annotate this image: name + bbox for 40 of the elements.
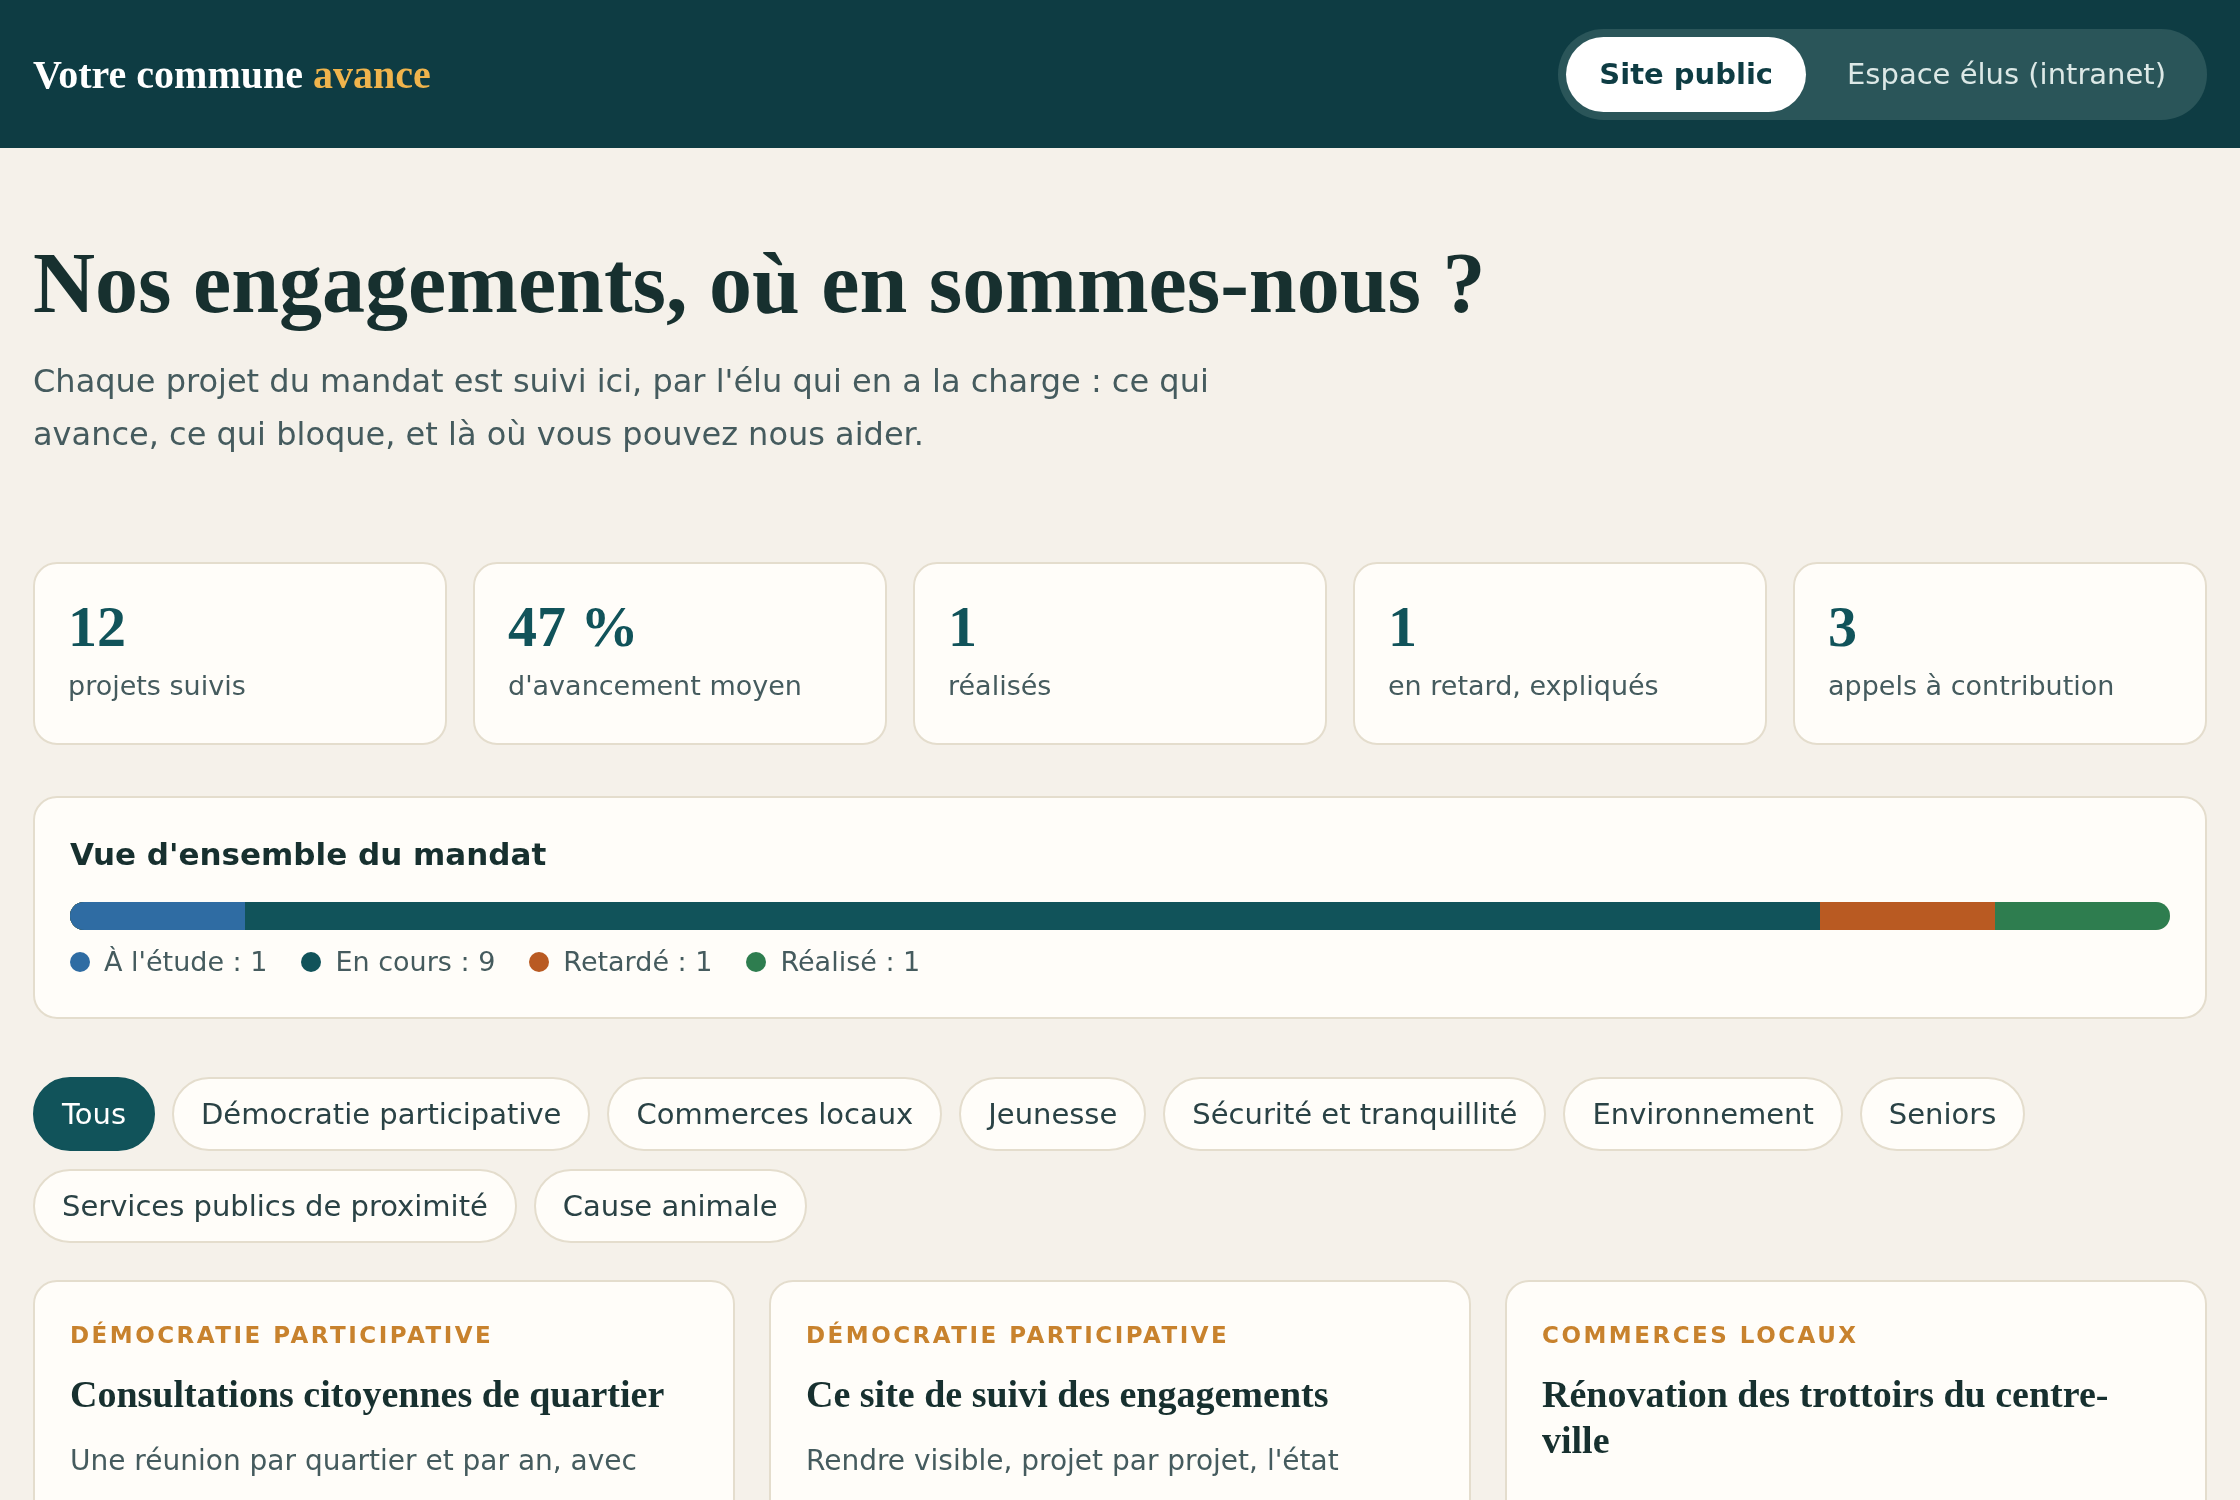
legend-label: Retardé : 1 — [563, 946, 713, 978]
filter-chip[interactable]: Environnement — [1563, 1077, 1843, 1152]
page-title: Nos engagements, où en sommes-nous ? — [33, 236, 1487, 331]
view-toggle[interactable]: Espace élus (intranet) — [1814, 36, 2199, 112]
project-category: COMMERCES LOCAUX — [1542, 1322, 1860, 1349]
stat-value: 47 % — [508, 598, 640, 657]
stat-label: réalisés — [948, 670, 1053, 702]
overview-title: Vue d'ensemble du mandat — [70, 836, 548, 873]
legend-label: Réalisé : 1 — [780, 946, 921, 978]
site-logo[interactable]: Votre commune avance — [33, 50, 431, 98]
project-category: DÉMOCRATIE PARTICIPATIVE — [806, 1322, 1231, 1349]
project-description: Rendre visible, projet par projet, l'état — [806, 1443, 1340, 1477]
stat-value: 12 — [68, 598, 127, 657]
legend-label: En cours : 9 — [335, 946, 496, 978]
project-category: DÉMOCRATIE PARTICIPATIVE — [70, 1322, 495, 1349]
project-title: Rénovation des trottoirs du centre-ville — [1542, 1372, 2110, 1463]
stat-label: projets suivis — [68, 670, 247, 702]
project-title: Consultations citoyennes de quartier — [70, 1372, 666, 1418]
filter-chip[interactable]: Services publics de proximité — [33, 1169, 517, 1244]
stat-value: 1 — [948, 598, 978, 657]
stat-label: d'avancement moyen — [508, 670, 803, 702]
filter-chip[interactable]: Cause animale — [533, 1169, 807, 1244]
filter-chip[interactable]: Sécurité et tranquillité — [1163, 1077, 1547, 1152]
project-card[interactable]: COMMERCES LOCAUX Rénovation des trottoirs du centre-ville — [1505, 1280, 2207, 1500]
project-title: Ce site de suivi des engagements — [806, 1372, 1330, 1418]
intro-text: Chaque projet du mandat est suivi ici, par l'élu qui en a la charge : ce qui avance, ce qui bloque, et là où vous pouvez nous aider. — [33, 360, 1210, 456]
filter-chip[interactable]: Jeunesse — [959, 1077, 1147, 1152]
legend-label: À l'étude : 1 — [104, 946, 268, 978]
stat-value: 1 — [1388, 598, 1418, 657]
filter-chip[interactable]: Seniors — [1859, 1077, 2026, 1152]
project-description: Une réunion par quartier et par an, avec — [70, 1443, 638, 1477]
filter-chip[interactable]: Tous — [33, 1077, 156, 1152]
view-toggle[interactable]: Site public — [1566, 36, 1807, 112]
project-card[interactable]: DÉMOCRATIE PARTICIPATIVE Ce site de suivi des engagements Rendre visible, projet par projet, l'état — [769, 1280, 1471, 1500]
filter-chip[interactable]: Commerces locaux — [607, 1077, 943, 1152]
project-card[interactable]: DÉMOCRATIE PARTICIPATIVE Consultations citoyennes de quartier Une réunion par quartier et par an, avec — [33, 1280, 735, 1500]
stat-label: appels à contribution — [1828, 670, 2116, 702]
filter-chip[interactable]: Démocratie participative — [172, 1077, 591, 1152]
stat-label: en retard, expliqués — [1388, 670, 1660, 702]
stat-value: 3 — [1828, 598, 1858, 657]
